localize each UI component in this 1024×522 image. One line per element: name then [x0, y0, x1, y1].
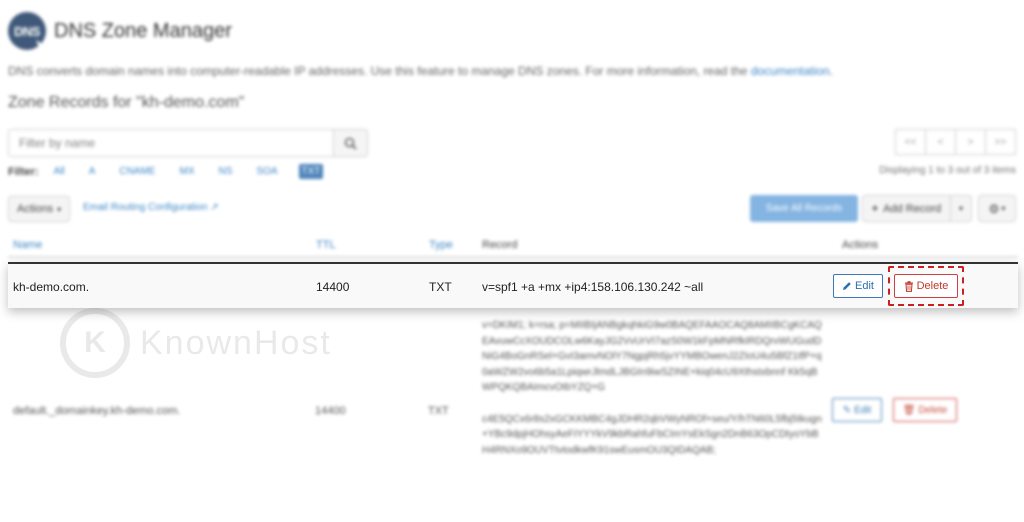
pagination: << < > >> [895, 129, 1016, 155]
delete-label: Delete [916, 280, 949, 292]
documentation-link[interactable]: documentation [751, 64, 830, 78]
plus-icon: + [871, 202, 879, 215]
pager-prev[interactable]: < [925, 129, 956, 155]
delete-button[interactable]: Delete [894, 274, 958, 298]
add-record-button[interactable]: + Add Record [863, 196, 951, 221]
filter-a[interactable]: A [86, 164, 99, 179]
external-link-icon: ↗ [210, 202, 219, 213]
pencil-icon [843, 282, 851, 290]
record-name: default._domainkey.kh-demo.com. [13, 405, 181, 417]
pencil-icon: ✎ [842, 404, 852, 416]
record-value-part: c4E5QCx6r8s2xGCKKMBC4gJDHR2qbVWyNROf+seu… [482, 413, 822, 456]
save-all-label: Save All Records [765, 203, 843, 214]
filter-bar: Filter: All A CNAME MX NS SOA TXT [8, 164, 341, 179]
add-record-dropdown[interactable]: ▾ [951, 204, 971, 213]
record-value-part: v=DKIM1; k=rsa; p=MIIBIjANBgkqhkiG9w0BAQ… [482, 320, 822, 393]
edit-button[interactable]: ✎ Edit [832, 398, 882, 422]
email-routing-link[interactable]: Email Routing Configuration ↗ [83, 202, 219, 213]
search-icon [344, 137, 357, 150]
pager-next[interactable]: > [955, 129, 986, 155]
trash-icon [904, 280, 913, 292]
record-type: TXT [429, 280, 452, 294]
column-record: Record [482, 239, 518, 251]
record-ttl: 14400 [316, 280, 350, 294]
record-ttl: 14400 [315, 405, 346, 417]
pager-last[interactable]: >> [985, 129, 1016, 155]
knownhost-watermark: K KnownHost [60, 308, 332, 378]
cursor-icon [36, 40, 48, 52]
column-ttl[interactable]: TTL [316, 239, 336, 251]
actions-dropdown[interactable]: Actions ▾ [8, 196, 71, 222]
table-row-highlighted: kh-demo.com. 14400 TXT v=spf1 +a +mx +ip… [8, 262, 1018, 308]
filter-soa[interactable]: SOA [253, 164, 280, 179]
filter-label: Filter: [8, 165, 39, 178]
gear-icon: ⚙ [988, 201, 1000, 216]
filter-cname[interactable]: CNAME [116, 164, 158, 179]
page-description: DNS converts domain names into computer-… [8, 64, 833, 78]
edit-label: Edit [855, 280, 874, 292]
filter-mx[interactable]: MX [176, 164, 197, 179]
settings-button[interactable]: ⚙ ▾ [978, 195, 1016, 222]
email-routing-label: Email Routing Configuration [83, 202, 208, 213]
save-all-records-button[interactable]: Save All Records [750, 195, 858, 222]
record-value: v=spf1 +a +mx +ip4:158.106.130.242 ~all [482, 280, 704, 294]
record-type: TXT [428, 405, 449, 417]
actions-label: Actions [17, 203, 54, 215]
header-divider [8, 256, 1018, 258]
pager-first[interactable]: << [895, 129, 926, 155]
pager-status: Displaying 1 to 3 out of 3 items [879, 165, 1016, 176]
app-logo: DNS [8, 12, 48, 52]
description-suffix: . [829, 64, 833, 78]
column-type[interactable]: Type [429, 239, 453, 251]
search-button[interactable] [334, 129, 368, 157]
logo-text: DNS [14, 23, 40, 39]
record-value: v=DKIM1; k=rsa; p=MIIBIjANBgkqhkiG9w0BAQ… [482, 318, 822, 474]
watermark-logo: K [60, 308, 130, 378]
app-title: DNS Zone Manager [54, 19, 232, 42]
chevron-down-icon: ▾ [57, 204, 62, 214]
add-record-label: Add Record [883, 202, 942, 215]
filter-txt[interactable]: TXT [298, 164, 324, 179]
delete-label: Delete [918, 404, 948, 416]
record-name: kh-demo.com. [13, 280, 90, 294]
trash-icon: 🗑 [902, 404, 916, 416]
add-record-button-group: + Add Record ▾ [862, 195, 972, 222]
column-actions: Actions [842, 239, 879, 251]
search-input[interactable] [8, 129, 334, 157]
filter-ns[interactable]: NS [215, 164, 235, 179]
edit-button[interactable]: Edit [833, 274, 883, 298]
delete-button[interactable]: 🗑 Delete [893, 398, 957, 422]
chevron-down-icon: ▾ [958, 204, 963, 213]
filter-all[interactable]: All [51, 164, 68, 179]
chevron-down-icon: ▾ [1001, 204, 1006, 213]
table-header: Name TTL Type Record Actions [0, 235, 1024, 255]
app-header: DNS DNS Zone Manager [8, 12, 232, 52]
watermark-text: KnownHost [140, 323, 332, 362]
edit-label: Edit [854, 404, 872, 416]
search-bar [8, 129, 368, 157]
column-name[interactable]: Name [13, 239, 42, 251]
description-text: DNS converts domain names into computer-… [8, 64, 751, 78]
zone-title: Zone Records for "kh-demo.com" [8, 94, 245, 111]
